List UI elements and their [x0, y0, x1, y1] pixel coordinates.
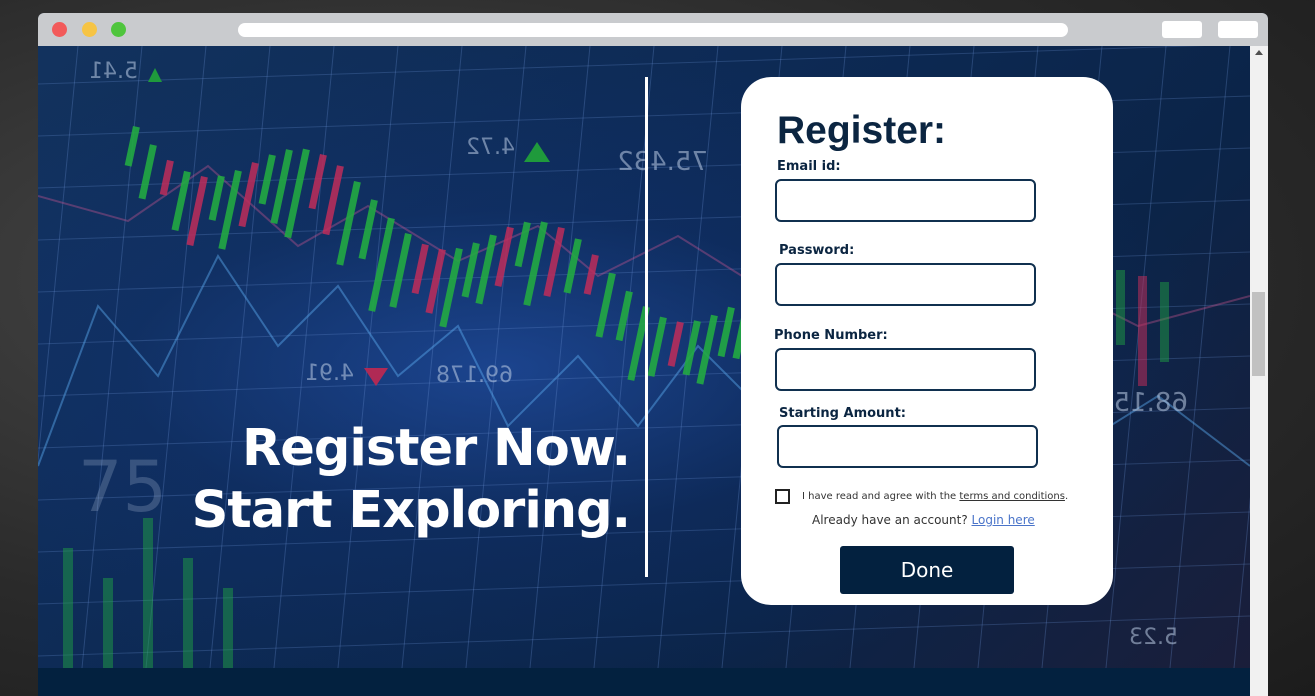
candlestick: [1116, 270, 1125, 345]
terms-suffix: .: [1064, 491, 1069, 502]
candlestick: [308, 154, 327, 210]
background-number: 5.23: [1129, 625, 1178, 650]
candlestick: [1138, 276, 1147, 386]
password-label: Password:: [779, 243, 855, 258]
footer-strip: [38, 668, 1250, 696]
candlestick: [171, 170, 191, 232]
candlestick: [103, 578, 113, 668]
done-button[interactable]: Done: [840, 546, 1014, 594]
candlestick: [717, 306, 735, 358]
candlestick: [543, 226, 565, 297]
background-number: 5.41: [89, 59, 138, 84]
terms-checkbox[interactable]: [775, 489, 790, 504]
starting-amount-field[interactable]: [777, 425, 1038, 468]
grid-line: [145, 46, 207, 668]
up-arrow-icon: [148, 68, 162, 82]
scroll-thumb[interactable]: [1252, 292, 1265, 376]
background-number: 75.432: [617, 147, 708, 177]
phone-field[interactable]: [775, 348, 1036, 391]
login-link[interactable]: Login here: [972, 513, 1035, 527]
candlestick: [223, 588, 233, 668]
grid-line: [209, 46, 271, 668]
candlestick: [425, 248, 446, 314]
candlestick: [667, 321, 684, 367]
amount-label: Starting Amount:: [779, 406, 906, 421]
candlestick: [336, 181, 361, 266]
grid-line: [1105, 46, 1167, 668]
candlestick: [322, 165, 344, 236]
address-bar[interactable]: [238, 23, 1068, 37]
background-number: 68.15: [1114, 388, 1188, 418]
hero-headline: Register Now. Start Exploring.: [191, 418, 631, 542]
background-number: 69.178: [436, 363, 513, 388]
maximize-window-button[interactable]: [111, 22, 126, 37]
candlestick: [514, 221, 531, 268]
grid-line: [273, 46, 335, 668]
candlestick: [124, 126, 140, 167]
email-label: Email id:: [777, 159, 841, 174]
candlestick: [682, 320, 701, 376]
grid-line: [38, 615, 1250, 657]
headline-line-2: Start Exploring.: [191, 481, 631, 540]
toolbar-button[interactable]: [1218, 21, 1258, 38]
headline-line-1: Register Now.: [241, 419, 631, 478]
candlestick: [138, 144, 157, 200]
terms-prefix: I have read and agree with the: [802, 491, 960, 502]
grid-line: [401, 46, 463, 668]
vertical-scrollbar[interactable]: [1250, 46, 1268, 696]
grid-line: [529, 46, 591, 668]
browser-window: 5.41 4.72 75.432 4.91 69.178 68.15 5.23 …: [38, 13, 1268, 696]
grid-line: [337, 46, 399, 668]
background-number: 75: [78, 446, 167, 528]
password-field[interactable]: [775, 263, 1036, 306]
candlestick: [368, 217, 395, 312]
candlestick: [563, 238, 582, 294]
login-prefix: Already have an account?: [812, 513, 972, 527]
terms-text: I have read and agree with the terms and…: [802, 491, 1068, 502]
candlestick: [143, 518, 153, 668]
register-card: Register: Email id: Password: Phone Numb…: [741, 77, 1113, 605]
scroll-up-arrow-icon[interactable]: [1255, 50, 1263, 55]
login-prompt: Already have an account? Login here: [812, 513, 1035, 527]
candlestick: [411, 243, 429, 295]
browser-titlebar: [38, 13, 1268, 46]
down-arrow-icon: [364, 368, 388, 386]
candlestick: [494, 226, 514, 287]
candlestick: [647, 316, 667, 377]
hero-section: 5.41 4.72 75.432 4.91 69.178 68.15 5.23 …: [38, 46, 1250, 668]
candlestick: [63, 548, 73, 668]
candlestick: [258, 154, 276, 205]
register-title: Register:: [777, 109, 947, 152]
terms-link[interactable]: terms and conditions: [959, 491, 1065, 502]
vertical-divider: [645, 77, 648, 577]
background-number: 4.91: [305, 361, 354, 386]
toolbar-button[interactable]: [1162, 21, 1202, 38]
minimize-window-button[interactable]: [82, 22, 97, 37]
grid-line: [1233, 496, 1250, 668]
background-number: 4.72: [466, 135, 515, 160]
email-field[interactable]: [775, 179, 1036, 222]
candlestick: [615, 290, 633, 342]
candlestick: [461, 242, 480, 298]
candlestick: [183, 558, 193, 668]
close-window-button[interactable]: [52, 22, 67, 37]
candlestick: [595, 272, 616, 338]
candlestick: [389, 233, 412, 308]
phone-label: Phone Number:: [774, 328, 888, 343]
page-viewport: 5.41 4.72 75.432 4.91 69.178 68.15 5.23 …: [38, 46, 1250, 696]
candlestick: [1160, 282, 1169, 362]
up-arrow-icon: [524, 142, 550, 162]
